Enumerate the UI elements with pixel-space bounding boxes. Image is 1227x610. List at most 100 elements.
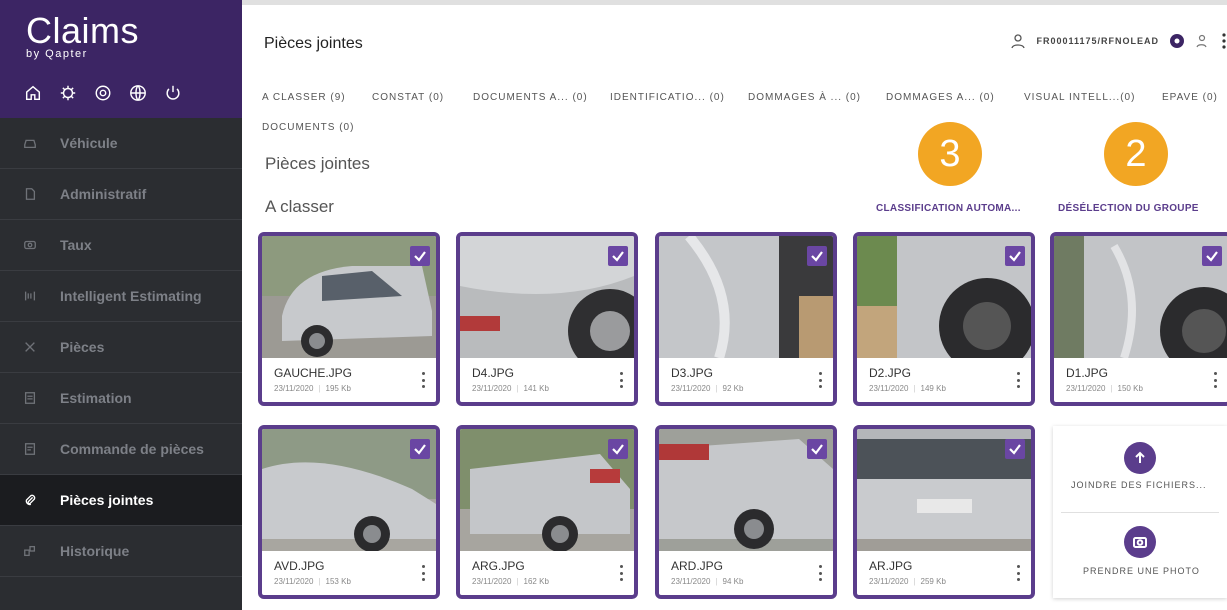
join-files-label[interactable]: JOINDRE DES FICHIERS... [1071, 480, 1207, 490]
document-icon [22, 186, 38, 202]
file-card[interactable]: D2.JPG 23/11/2020 | 149 Kb [853, 232, 1035, 406]
sidebar-item-label: Pièces jointes [60, 492, 154, 508]
file-date: 23/11/2020 [869, 577, 909, 586]
file-card[interactable]: AR.JPG 23/11/2020 | 259 Kb [853, 425, 1035, 599]
upload-panel: JOINDRE DES FICHIERS... PRENDRE UNE PHOT… [1053, 426, 1227, 598]
selected-checkbox[interactable] [1005, 246, 1025, 266]
brand-title: Claims [26, 10, 140, 51]
divider [1061, 512, 1219, 513]
person-settings-icon[interactable] [1195, 33, 1211, 49]
more-vertical-icon[interactable] [420, 372, 426, 388]
more-vertical-icon[interactable] [1212, 372, 1218, 388]
file-date: 23/11/2020 [1066, 384, 1106, 393]
sidebar-item-pieces-jointes[interactable]: Pièces jointes [0, 475, 242, 526]
sidebar-item-historique[interactable]: Historique [0, 526, 242, 577]
brand-toolbar [24, 84, 182, 102]
file-card[interactable]: ARG.JPG 23/11/2020 | 162 Kb [456, 425, 638, 599]
tab-identification[interactable]: IDENTIFICATIO... (0) [610, 92, 725, 103]
file-size: 259 Kb [920, 577, 946, 586]
sidebar-item-pieces[interactable]: Pièces [0, 322, 242, 373]
more-vertical-icon[interactable] [618, 565, 624, 581]
sidebar-item-taux[interactable]: Taux [0, 220, 242, 271]
file-size: 195 Kb [325, 384, 351, 393]
more-vertical-icon[interactable] [817, 565, 823, 581]
sidebar-item-administratif[interactable]: Administratif [0, 169, 242, 220]
tools-icon [22, 339, 38, 355]
file-meta: 23/11/2020 | 259 Kb [869, 577, 946, 586]
deselect-group-button[interactable]: DÉSÉLECTION DU GROUPE [1058, 203, 1199, 214]
tab-a-classer[interactable]: A CLASSER (9) [262, 92, 346, 103]
sidebar-item-label: Commande de pièces [60, 441, 204, 457]
selected-checkbox[interactable] [1202, 246, 1222, 266]
camera-icon [1133, 537, 1147, 548]
tab-documents[interactable]: DOCUMENTS (0) [262, 122, 354, 133]
sidebar-item-estimation[interactable]: Estimation [0, 373, 242, 424]
home-icon[interactable] [24, 84, 42, 102]
sidebar-item-commande-de-pieces[interactable]: Commande de pièces [0, 424, 242, 475]
file-name: AR.JPG [869, 559, 913, 573]
tab-documents-a[interactable]: DOCUMENTS A... (0) [473, 92, 588, 103]
list-icon [22, 390, 38, 406]
auto-classification-button[interactable]: CLASSIFICATION AUTOMA... [876, 203, 1021, 214]
more-vertical-icon[interactable] [420, 565, 426, 581]
brand-header: Claims by Qapter [0, 0, 242, 118]
selected-checkbox[interactable] [410, 439, 430, 459]
file-date: 23/11/2020 [869, 384, 909, 393]
tab-constat[interactable]: CONSTAT (0) [372, 92, 444, 103]
file-meta: 23/11/2020 | 149 Kb [869, 384, 946, 393]
more-vertical-icon[interactable] [1015, 565, 1021, 581]
selected-checkbox[interactable] [807, 246, 827, 266]
sidebar-item-intelligent-estimating[interactable]: Intelligent Estimating [0, 271, 242, 322]
sidebar-item-label: Pièces [60, 339, 105, 355]
more-vertical-icon[interactable] [1015, 372, 1021, 388]
file-size: 153 Kb [325, 577, 351, 586]
file-name: D1.JPG [1066, 366, 1109, 380]
take-photo-button[interactable] [1124, 526, 1156, 558]
file-name: D2.JPG [869, 366, 912, 380]
selected-checkbox[interactable] [1005, 439, 1025, 459]
more-vertical-icon[interactable] [1221, 33, 1227, 49]
settings-icon[interactable] [94, 84, 112, 102]
tab-visual-intelligence[interactable]: VISUAL INTELL...(0) [1024, 92, 1135, 103]
sidebar-item-label: Administratif [60, 186, 147, 202]
tab-dommages-a-1[interactable]: DOMMAGES À ... (0) [748, 92, 861, 103]
selected-checkbox[interactable] [807, 439, 827, 459]
file-size: 162 Kb [523, 577, 549, 586]
file-card[interactable]: D3.JPG 23/11/2020 | 92 Kb [655, 232, 837, 406]
file-card[interactable]: AVD.JPG 23/11/2020 | 153 Kb [258, 425, 440, 599]
selected-checkbox[interactable] [608, 439, 628, 459]
file-size: 92 Kb [722, 384, 744, 393]
upload-files-button[interactable] [1124, 442, 1156, 474]
power-icon[interactable] [164, 84, 182, 102]
more-vertical-icon[interactable] [817, 372, 823, 388]
file-card[interactable]: D1.JPG 23/11/2020 | 150 Kb [1050, 232, 1227, 406]
file-card[interactable]: GAUCHE.JPG 23/11/2020 | 195 Kb [258, 232, 440, 406]
tab-dommages-a-2[interactable]: DOMMAGES A... (0) [886, 92, 995, 103]
selected-checkbox[interactable] [608, 246, 628, 266]
callout-badge-3: 3 [918, 122, 982, 186]
file-meta: 23/11/2020 | 162 Kb [472, 577, 549, 586]
file-meta: 23/11/2020 | 141 Kb [472, 384, 549, 393]
file-date: 23/11/2020 [671, 384, 711, 393]
sidebar-item-vehicule[interactable]: Véhicule [0, 118, 242, 169]
more-vertical-icon[interactable] [618, 372, 624, 388]
group-title: A classer [265, 197, 334, 216]
file-card[interactable]: D4.JPG 23/11/2020 | 141 Kb [456, 232, 638, 406]
file-date: 23/11/2020 [274, 577, 314, 586]
tab-epave[interactable]: EPAVE (0) [1162, 92, 1218, 103]
take-photo-label[interactable]: PRENDRE UNE PHOTO [1083, 566, 1200, 576]
file-date: 23/11/2020 [472, 577, 512, 586]
car-icon [22, 135, 38, 151]
file-card[interactable]: ARD.JPG 23/11/2020 | 94 Kb [655, 425, 837, 599]
file-name: GAUCHE.JPG [274, 366, 353, 380]
globe-icon[interactable] [129, 84, 147, 102]
file-date: 23/11/2020 [472, 384, 512, 393]
selected-checkbox[interactable] [410, 246, 430, 266]
user-icon[interactable] [1010, 33, 1026, 49]
aperture-icon[interactable] [1169, 33, 1185, 49]
file-date: 23/11/2020 [671, 577, 711, 586]
file-size: 149 Kb [920, 384, 946, 393]
file-size: 150 Kb [1117, 384, 1143, 393]
cog-icon[interactable] [59, 84, 77, 102]
money-icon [22, 237, 38, 253]
